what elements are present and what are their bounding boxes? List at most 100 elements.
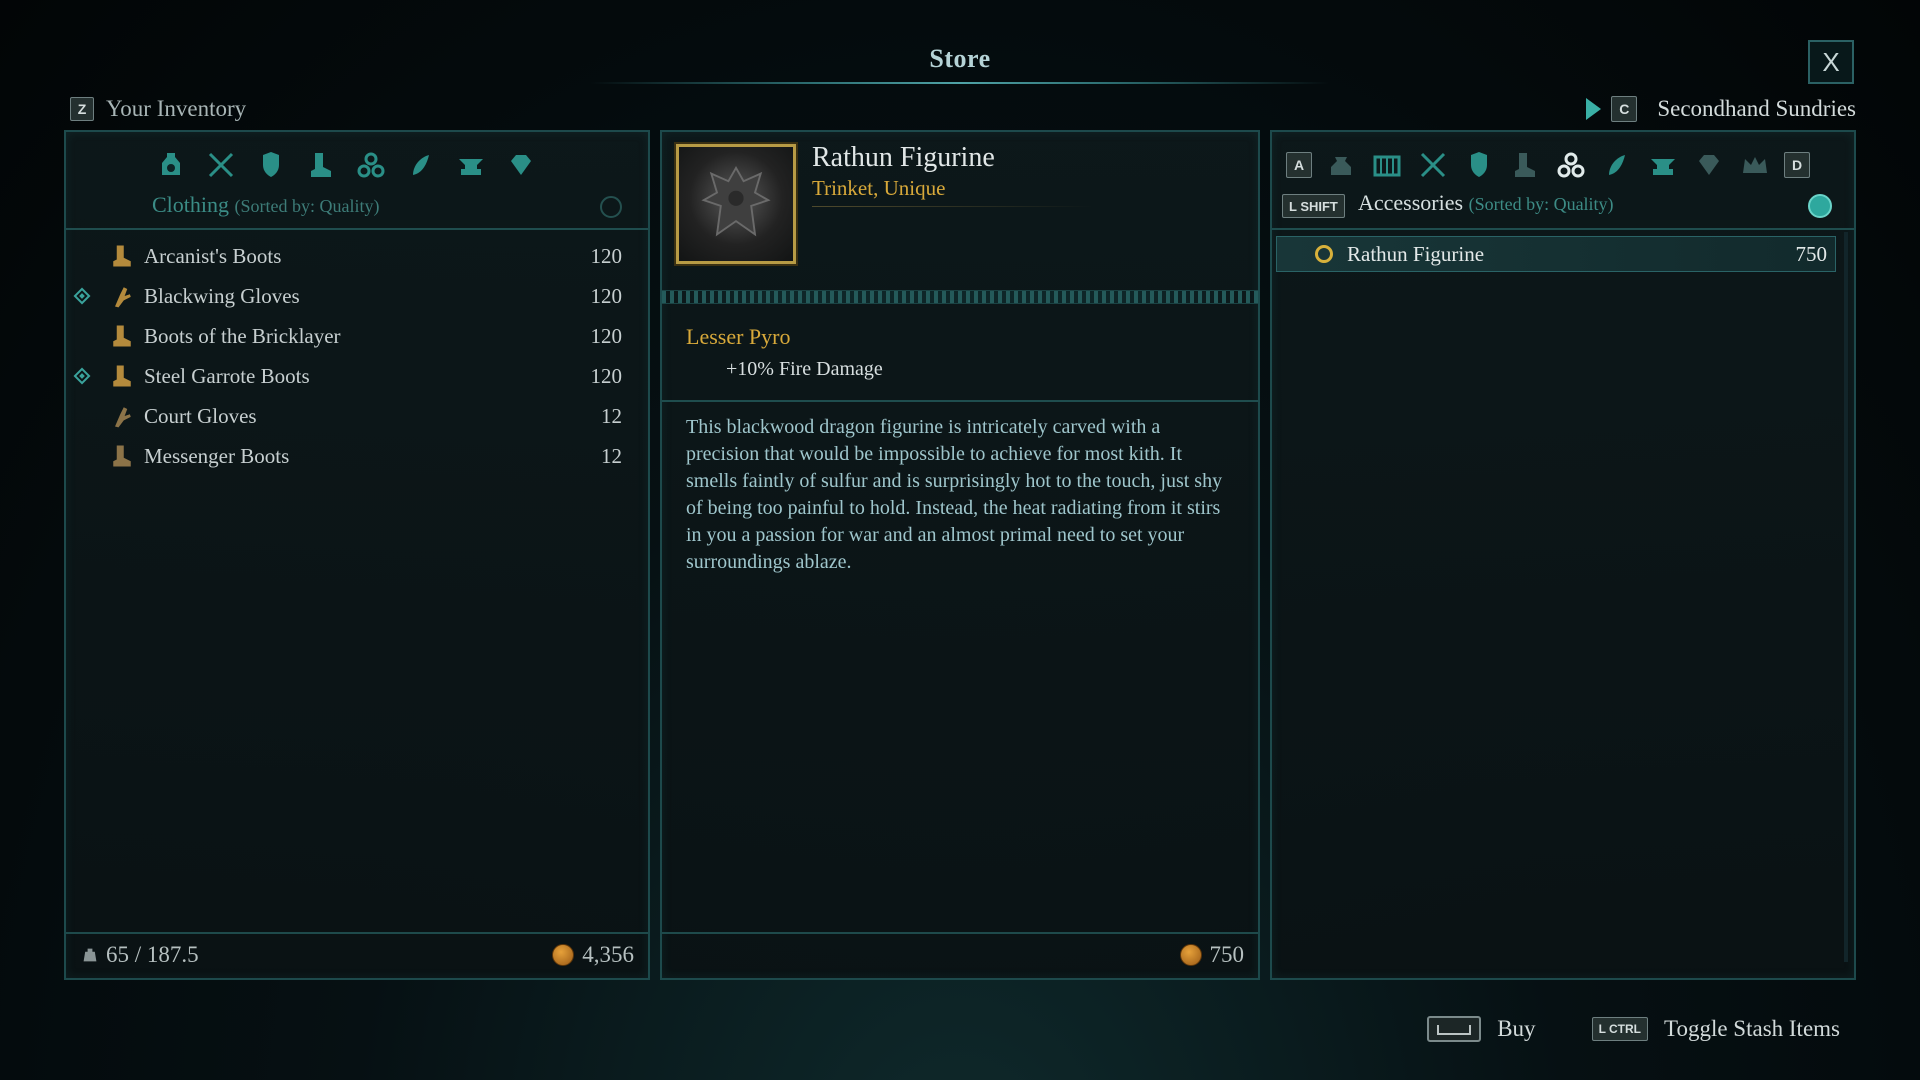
vendor-name[interactable]: Secondhand Sundries	[1657, 96, 1856, 122]
spacebar-key-icon[interactable]	[1427, 1016, 1482, 1042]
inventory-key[interactable]: Z	[70, 97, 94, 121]
inventory-header-label[interactable]: Your Inventory	[106, 96, 246, 122]
action-prompts: Buy L CTRL Toggle Stash Items	[1427, 1016, 1840, 1042]
dragon-figurine-icon	[701, 165, 771, 237]
vendor-category-label: Accessories (Sorted by: Quality)	[1358, 190, 1614, 216]
item-value: 120	[590, 283, 623, 308]
vendor-sort-label[interactable]: (Sorted by: Quality)	[1469, 194, 1614, 214]
lctrl-key[interactable]: L CTRL	[1591, 1017, 1649, 1041]
list-item[interactable]: Rathun Figurine 750	[1276, 236, 1836, 272]
armor-icon[interactable]	[254, 148, 288, 182]
vendor-header: C Secondhand Sundries	[1586, 96, 1856, 122]
inventory-list: Arcanist's Boots 120 Blackwing Gloves 12…	[72, 236, 622, 476]
item-value: 120	[590, 323, 623, 348]
title-divider	[590, 82, 1330, 84]
item-detail-panel: Rathun Figurine Trinket, Unique Lesser P…	[660, 130, 1260, 980]
inventory-header: Z Your Inventory	[70, 96, 246, 122]
gem-icon[interactable]	[1692, 148, 1726, 182]
item-price-value: 750	[1209, 942, 1245, 967]
item-name: Blackwing Gloves	[144, 283, 300, 308]
potion-icon[interactable]	[154, 148, 188, 182]
settings-icon[interactable]	[1808, 194, 1832, 218]
vendor-key[interactable]: C	[1611, 96, 1638, 122]
vendor-scrollbar[interactable]	[1844, 232, 1848, 962]
close-button[interactable]: X	[1808, 40, 1854, 84]
perk-divider	[662, 400, 1258, 402]
table-row[interactable]: Steel Garrote Boots 120	[72, 356, 622, 396]
pouch-icon[interactable]	[1324, 148, 1358, 182]
item-name: Arcanist's Boots	[144, 243, 282, 268]
settings-icon[interactable]	[600, 196, 622, 218]
perk-effect: +10% Fire Damage	[726, 358, 883, 380]
gloves-icon	[108, 402, 136, 430]
chest-icon[interactable]	[1370, 148, 1404, 182]
arrow-right-icon	[1586, 98, 1602, 120]
toggle-stash-button[interactable]: Toggle Stash Items	[1664, 1016, 1840, 1042]
vendor-category-name: Accessories	[1358, 190, 1464, 215]
crown-icon[interactable]	[1738, 148, 1772, 182]
item-value: 12	[601, 443, 622, 468]
boots-icon[interactable]	[304, 148, 338, 182]
crossed-weapons-icon[interactable]	[1416, 148, 1450, 182]
inventory-sort-label[interactable]: (Sorted by: Quality)	[235, 196, 380, 216]
vendor-divider	[1272, 228, 1854, 230]
item-title: Rathun Figurine	[812, 142, 995, 173]
detail-footer-divider	[662, 932, 1258, 934]
item-type-underline	[812, 206, 1092, 207]
ring-icon	[1315, 245, 1333, 263]
inventory-divider	[66, 228, 648, 230]
reagent-icon[interactable]	[404, 148, 438, 182]
gloves-icon	[108, 282, 136, 310]
vendor-panel: A D L SHIFT Accessories (Sorted by: Qual…	[1270, 130, 1856, 980]
item-name: Court Gloves	[144, 403, 257, 428]
vendor-item-value: 750	[1795, 241, 1828, 266]
player-gold-value: 4,356	[582, 942, 634, 967]
decorative-band	[662, 290, 1258, 304]
crossed-weapons-icon[interactable]	[204, 148, 238, 182]
prev-category-key[interactable]: A	[1286, 152, 1312, 178]
item-value: 120	[590, 243, 623, 268]
item-name: Messenger Boots	[144, 443, 290, 468]
table-row[interactable]: Boots of the Bricklayer 120	[72, 316, 622, 356]
next-category-key[interactable]: D	[1784, 152, 1810, 178]
item-price: 750	[1179, 942, 1245, 968]
player-gold: 4,356	[552, 942, 634, 968]
table-row[interactable]: Blackwing Gloves 120	[72, 276, 622, 316]
inventory-category-tabs	[154, 148, 538, 182]
boots-icon[interactable]	[1508, 148, 1542, 182]
item-name: Steel Garrote Boots	[144, 363, 310, 388]
boots-icon	[108, 242, 136, 270]
boots-icon	[108, 322, 136, 350]
item-thumbnail	[676, 144, 796, 264]
boots-icon	[108, 442, 136, 470]
lshift-key[interactable]: L SHIFT	[1282, 194, 1345, 218]
boots-icon	[108, 362, 136, 390]
inventory-panel: Clothing (Sorted by: Quality) Arcanist's…	[64, 130, 650, 980]
anvil-icon[interactable]	[454, 148, 488, 182]
equipped-icon	[73, 367, 91, 385]
inventory-footer-divider	[66, 932, 648, 934]
item-description: This blackwood dragon figurine is intric…	[686, 416, 1223, 573]
trinket-cluster-icon[interactable]	[1554, 148, 1588, 182]
anvil-icon[interactable]	[1646, 148, 1680, 182]
item-value: 12	[601, 403, 622, 428]
coin-icon	[552, 944, 575, 966]
equipped-icon	[73, 287, 91, 305]
item-type: Trinket, Unique	[812, 176, 946, 200]
inventory-category-label: Clothing (Sorted by: Quality)	[152, 192, 380, 218]
weight-icon	[83, 948, 97, 962]
armor-icon[interactable]	[1462, 148, 1496, 182]
inventory-category-name: Clothing	[152, 192, 230, 217]
vendor-category-tabs: A D	[1286, 148, 1810, 182]
buy-button[interactable]: Buy	[1497, 1016, 1535, 1042]
table-row[interactable]: Messenger Boots 12	[72, 436, 622, 476]
item-name: Boots of the Bricklayer	[144, 323, 341, 348]
gem-icon[interactable]	[504, 148, 538, 182]
coin-icon	[1179, 944, 1202, 966]
table-row[interactable]: Arcanist's Boots 120	[72, 236, 622, 276]
carry-weight: 65 / 187.5	[82, 942, 199, 968]
reagent-icon[interactable]	[1600, 148, 1634, 182]
trinket-cluster-icon[interactable]	[354, 148, 388, 182]
store-title: Store	[929, 44, 991, 73]
table-row[interactable]: Court Gloves 12	[72, 396, 622, 436]
